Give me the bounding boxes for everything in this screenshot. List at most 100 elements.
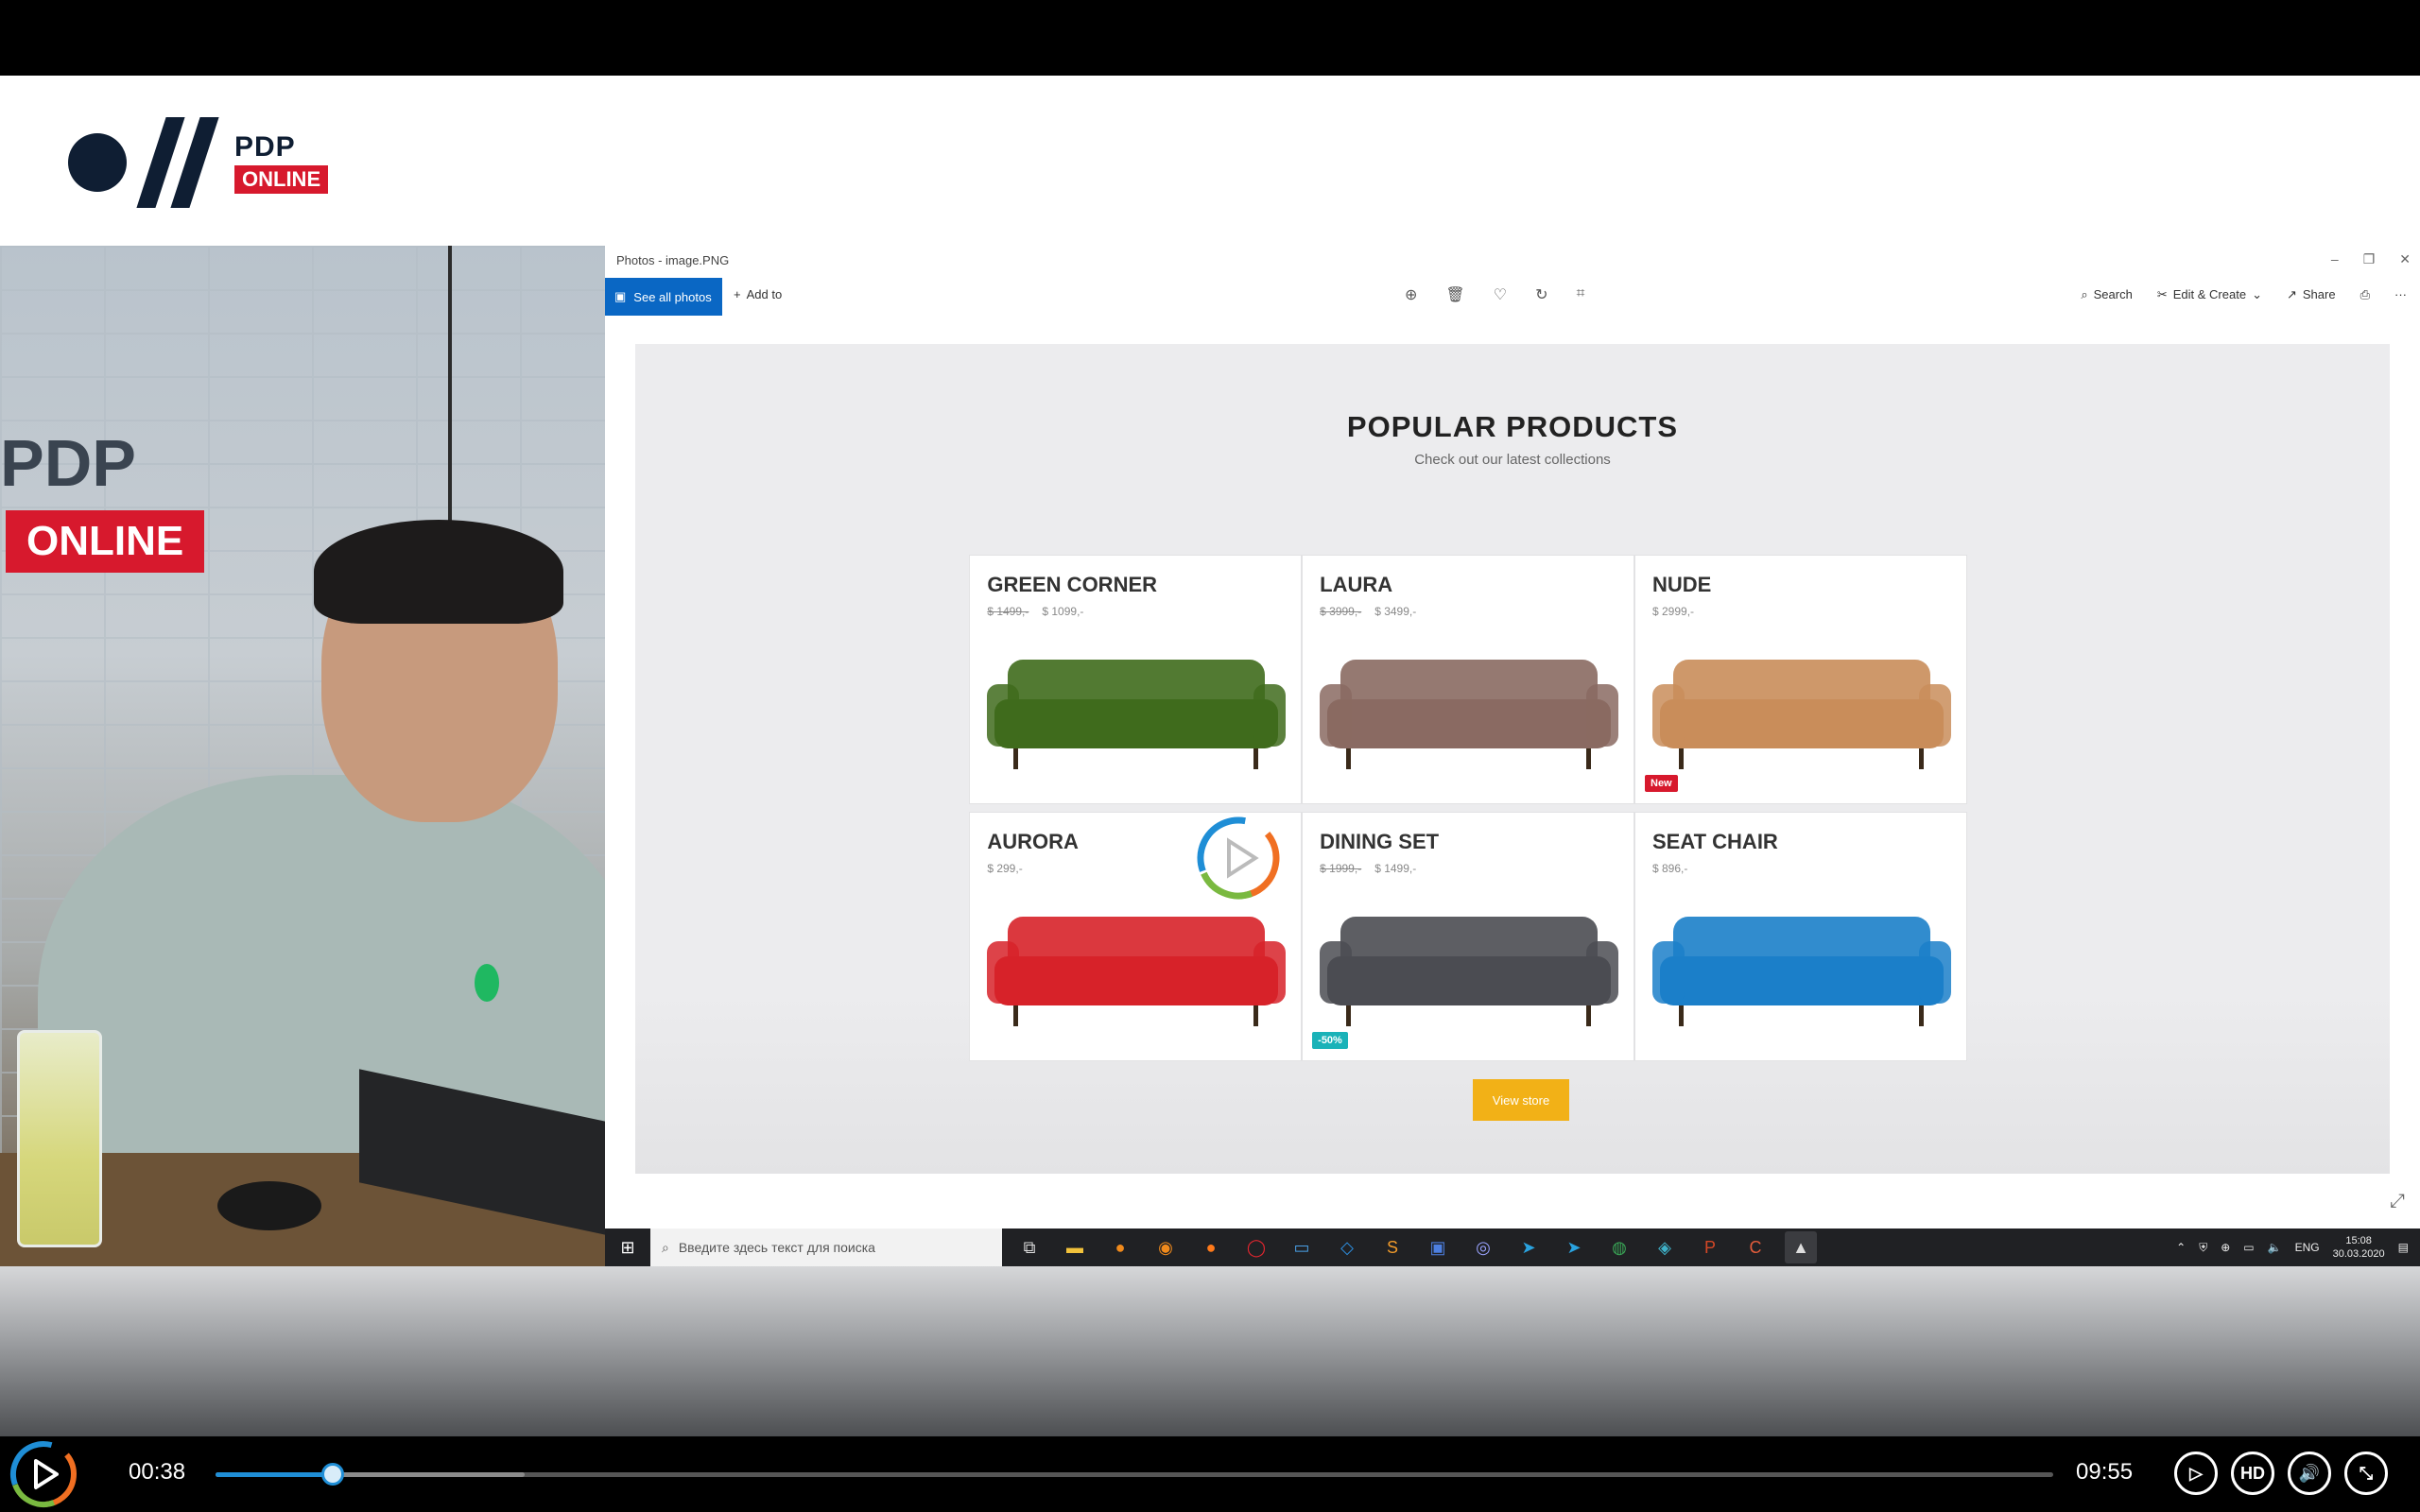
photos-window: Photos - image.PNG – ❐ ✕ ▣ See all photo… [605,246,2420,1228]
product-price: $ 1099,- [1042,604,1084,618]
save-disk-icon[interactable]: ▣ [1422,1231,1454,1263]
task-view-icon[interactable]: ⧉ [1013,1231,1046,1263]
volume-icon[interactable]: 🔊 [2288,1452,2331,1495]
more-button[interactable]: ··· [2394,287,2407,302]
product-badge: New [1645,774,1678,792]
telegram-icon[interactable]: ➤ [1512,1231,1545,1263]
seek-bar[interactable] [216,1463,2053,1486]
wall-sign-top: PDP [0,426,136,500]
remote-desktop-icon[interactable]: ▭ [1286,1231,1318,1263]
language-indicator[interactable]: ENG [2295,1241,2320,1254]
product-price: $ 2999,- [1652,604,1695,618]
duration: 09:55 [2076,1459,2134,1485]
product-name: GREEN CORNER [987,572,1158,596]
vscode-icon[interactable]: ◇ [1331,1231,1363,1263]
windows-taskbar: ⊞ ⌕ Введите здесь текст для поиска ⧉ ▬ ●… [605,1228,2420,1266]
video-frame[interactable]: PDP ONLINE Photos - image.PNG – ❐ ✕ ▣ Se… [0,246,2420,1266]
hoodie-logo [475,964,499,1002]
start-icon[interactable]: ⊞ [605,1228,650,1266]
chevron-down-icon: ⌄ [2252,287,2262,301]
video-player: PDP ONLINE PDP ONLINE Photos - image.PNG [0,0,2420,1512]
share-button[interactable]: ↗ Share [2287,287,2336,302]
globe-icon[interactable]: ⊕ [2221,1241,2230,1254]
sofa-image [1652,916,1951,1026]
product-card[interactable]: SEAT CHAIR $ 896,- [1634,811,1967,1061]
brand-wordmark: PDP ONLINE [234,131,329,194]
chrome-app-icon[interactable]: ◎ [1467,1231,1499,1263]
clock[interactable]: 15:08 30.03.2020 [2333,1234,2385,1261]
crop-icon[interactable]: ⌗ [1576,285,1584,304]
product-card[interactable]: LAURA $ 3999,- $ 3499,- [1302,554,1635,804]
play-overlay-icon[interactable] [1195,815,1282,902]
telegram-icon-2[interactable]: ➤ [1558,1231,1590,1263]
sofa-image [1320,916,1619,1026]
product-price: $ 896,- [1652,861,1688,875]
video-bottom-shade [0,1266,2420,1436]
search-icon: ⌕ [662,1239,669,1255]
defender-icon[interactable]: ⛨ [2199,1241,2207,1255]
product-badge: -50% [1312,1031,1348,1049]
notification-icon[interactable]: ▤ [2398,1241,2409,1254]
toolbar-actions: ⌕ Search ✂ Edit & Create ⌄ ↗ Share ⎙ ··· [2081,287,2420,302]
see-all-photos-label: See all photos [633,289,712,304]
seek-handle[interactable] [321,1463,345,1486]
product-name: NUDE [1652,572,1712,596]
close-button[interactable]: ✕ [2399,251,2411,267]
blender-icon[interactable]: ◉ [1150,1231,1182,1263]
section-title: POPULAR PRODUCTS [1346,410,1679,443]
product-name: AURORA [987,829,1079,853]
minimize-button[interactable]: – [2331,251,2339,267]
search-label: Search [2093,287,2133,301]
product-name: DINING SET [1320,829,1440,853]
product-card[interactable]: DINING SET $ 1999,- $ 1499,- -50% [1302,811,1635,1061]
search-button[interactable]: ⌕ Search [2081,287,2132,302]
rotate-icon[interactable]: ↻ [1535,285,1547,304]
file-explorer-icon[interactable]: ▬ [1059,1231,1091,1263]
photos-app-icon[interactable]: ▲ [1785,1231,1817,1263]
delete-icon[interactable]: 🗑 [1445,285,1464,304]
add-to-label: Add to [746,287,783,301]
hd-quality-button[interactable]: HD [2231,1452,2274,1495]
avast-icon[interactable]: ● [1104,1231,1136,1263]
wall-sign-bottom: ONLINE [6,510,205,573]
see-all-photos-button[interactable]: ▣ See all photos [605,278,722,316]
restore-button[interactable]: ❐ [2363,251,2376,267]
sublime-icon[interactable]: S [1376,1231,1409,1263]
taskbar-search-field[interactable]: ⌕ Введите здесь текст для поиска [650,1228,1002,1266]
playback-speed-icon[interactable]: ▷ [2174,1452,2218,1495]
player-controls: 00:38 09:55 ▷ HD 🔊 ⤡ [0,1436,2420,1512]
add-to-button[interactable]: + Add to [734,287,782,301]
product-card[interactable]: GREEN CORNER $ 1499,- $ 1099,- [969,554,1303,804]
firefox-icon[interactable]: ● [1195,1231,1227,1263]
clock-date: 30.03.2020 [2332,1248,2385,1260]
brand-name-bottom: ONLINE [234,165,329,194]
edit-icon: ✂ [2156,287,2168,301]
volume-icon[interactable]: 🔈 [2268,1241,2282,1254]
current-time: 00:38 [129,1459,186,1485]
favorite-icon[interactable]: ♡ [1494,285,1507,304]
search-icon: ⌕ [2081,287,2088,301]
edit-create-button[interactable]: ✂ Edit & Create ⌄ [2157,287,2262,302]
powerpoint-icon[interactable]: P [1694,1231,1726,1263]
network-app-icon[interactable]: ◈ [1649,1231,1681,1263]
zoom-icon[interactable]: ⊕ [1405,285,1417,304]
chevron-up-icon[interactable]: ⌃ [2176,1241,2186,1254]
fullscreen-exit-icon[interactable]: ⤡ [2344,1452,2388,1495]
product-prices: $ 2999,- [1652,605,1694,618]
presenter-camera: PDP ONLINE [0,246,605,1266]
product-prices: $ 896,- [1652,862,1687,875]
product-prices: $ 299,- [987,862,1022,875]
network-icon[interactable]: ▭ [2243,1241,2254,1254]
opera-icon[interactable]: ◯ [1240,1231,1272,1263]
product-card[interactable]: NUDE $ 2999,- New [1634,554,1967,804]
play-icon[interactable] [8,1438,79,1510]
office-app-icon[interactable]: C [1739,1231,1772,1263]
chrome-icon[interactable]: ◍ [1603,1231,1635,1263]
view-store-button[interactable]: View store [1473,1079,1569,1121]
photos-toolbar: ▣ See all photos + Add to ⊕ 🗑 ♡ ↻ ⌗ ⌕ Sea… [605,276,2420,318]
print-icon[interactable]: ⎙ [2360,287,2370,302]
expand-icon[interactable]: ⤢ [2390,1191,2405,1212]
section-subtitle: Check out our latest collections [1414,452,1611,468]
brand-logo: PDP ONLINE [68,117,329,208]
clock-time: 15:08 [2345,1235,2372,1246]
